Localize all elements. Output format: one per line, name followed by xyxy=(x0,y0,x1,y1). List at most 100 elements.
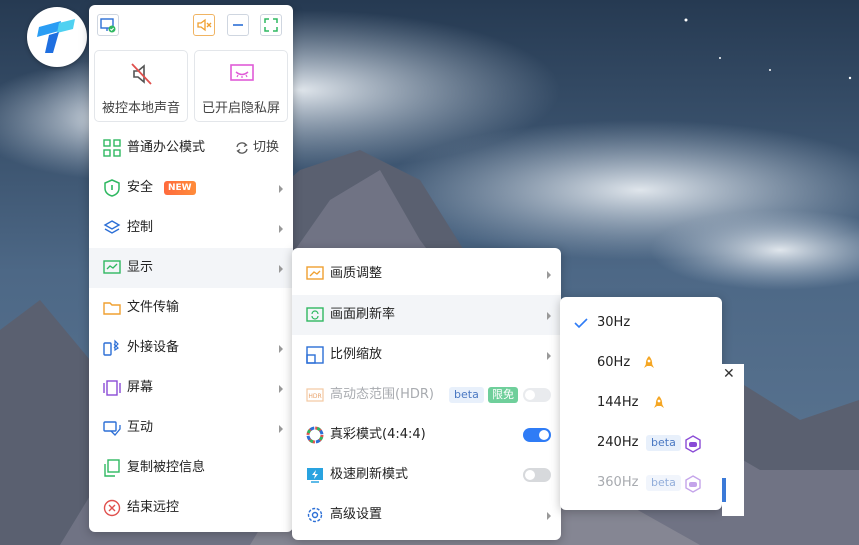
menu-item-end-remote[interactable]: 结束远控 xyxy=(89,488,293,528)
end-remote-label: 结束远控 xyxy=(127,500,180,515)
hdr-label: 高动态范围(HDR) xyxy=(330,387,434,402)
bluetooth-device-icon xyxy=(103,339,119,356)
display-item-hdr: HDR 高动态范围(HDR) beta 限免 xyxy=(292,375,561,415)
hz-label: 30Hz xyxy=(597,315,631,330)
screen-panels-icon xyxy=(103,380,121,396)
chat-bubble-icon xyxy=(103,421,121,436)
refresh-rate-submenu: 30Hz 60Hz 144Hz 240Hz beta 360Hz beta xyxy=(560,297,722,510)
chevron-right-icon xyxy=(279,185,283,193)
minimize-button[interactable] xyxy=(227,14,249,36)
refresh-option-60hz[interactable]: 60Hz xyxy=(560,343,722,383)
menu-item-display[interactable]: 显示 xyxy=(89,248,293,288)
layers-icon xyxy=(103,220,121,234)
speaker-mute-icon xyxy=(197,18,212,32)
switch-mode-label: 切换 xyxy=(252,140,279,155)
new-badge: NEW xyxy=(164,181,196,195)
color-wheel-icon xyxy=(306,426,324,444)
advanced-label: 高级设置 xyxy=(330,507,383,522)
refresh-rate-label: 画面刷新率 xyxy=(330,307,396,322)
scale-icon xyxy=(306,346,324,364)
close-icon[interactable]: ✕ xyxy=(723,366,735,382)
chevron-right-icon xyxy=(547,512,551,520)
hdr-icon: HDR xyxy=(306,388,324,402)
copy-info-label: 复制被控信息 xyxy=(127,460,206,475)
display-item-fast-refresh[interactable]: 极速刷新模式 xyxy=(292,455,561,495)
gear-icon xyxy=(307,507,323,523)
chevron-right-icon xyxy=(547,312,551,320)
speaker-off-icon xyxy=(131,63,152,85)
hdr-toggle[interactable] xyxy=(523,388,551,402)
monitor-status-button[interactable] xyxy=(97,14,119,36)
privacy-screen-tile[interactable]: 已开启隐私屏 xyxy=(194,50,288,122)
shield-icon xyxy=(104,179,120,197)
menu-item-external-devices[interactable]: 外接设备 xyxy=(89,328,293,368)
fast-refresh-toggle[interactable] xyxy=(523,468,551,482)
interaction-label: 互动 xyxy=(127,420,154,435)
file-transfer-label: 文件传输 xyxy=(127,300,180,315)
external-devices-label: 外接设备 xyxy=(127,340,180,355)
local-sound-tile[interactable]: 被控本地声音 xyxy=(94,50,188,122)
menu-item-office-mode[interactable]: 普通办公模式 切换 xyxy=(89,128,293,168)
app-logo[interactable] xyxy=(27,7,87,67)
local-sound-label: 被控本地声音 xyxy=(101,101,180,116)
display-label: 显示 xyxy=(127,260,154,275)
menu-item-interaction[interactable]: 互动 xyxy=(89,408,293,448)
security-label: 安全 xyxy=(127,180,154,195)
toggle-knob xyxy=(525,470,535,480)
refresh-option-144hz[interactable]: 144Hz xyxy=(560,383,722,423)
svg-text:HDR: HDR xyxy=(308,393,321,400)
chevron-right-icon xyxy=(547,352,551,360)
toggle-knob xyxy=(525,390,535,400)
privacy-screen-icon xyxy=(230,64,254,81)
menu-item-copy-info[interactable]: 复制被控信息 xyxy=(89,448,293,488)
menu-item-file-transfer[interactable]: 文件传输 xyxy=(89,288,293,328)
refresh-option-240hz[interactable]: 240Hz beta xyxy=(560,423,722,463)
screen-label: 屏幕 xyxy=(127,380,154,395)
rocket-icon xyxy=(654,396,664,408)
switch-mode-button[interactable]: 切换 xyxy=(236,128,279,168)
refresh-screen-icon xyxy=(306,307,324,322)
display-item-true-color[interactable]: 真彩模式(4:4:4) xyxy=(292,415,561,455)
beta-badge: beta xyxy=(646,435,681,451)
fullscreen-button[interactable] xyxy=(260,14,282,36)
fast-refresh-label: 极速刷新模式 xyxy=(330,467,409,482)
minimize-icon xyxy=(233,24,243,26)
remote-control-menu: 被控本地声音 已开启隐私屏 普通办公模式 切换 安全 NEW 控制 显示 文件传… xyxy=(89,5,293,532)
chevron-right-icon xyxy=(279,385,283,393)
checkmark-icon xyxy=(574,318,588,329)
hz-label: 360Hz xyxy=(597,475,639,490)
hz-label: 240Hz xyxy=(597,435,639,450)
menu-item-security[interactable]: 安全 NEW xyxy=(89,168,293,208)
monitor-check-icon xyxy=(100,18,116,33)
refresh-option-360hz: 360Hz beta xyxy=(560,463,722,503)
gamepad-icon xyxy=(685,475,701,493)
chevron-right-icon xyxy=(279,425,283,433)
free-limited-badge: 限免 xyxy=(488,387,518,403)
mute-button[interactable] xyxy=(193,14,215,36)
quality-chart-icon xyxy=(306,266,324,280)
gamepad-icon xyxy=(685,435,701,453)
control-label: 控制 xyxy=(127,220,154,235)
menu-item-control[interactable]: 控制 xyxy=(89,208,293,248)
chevron-right-icon xyxy=(279,345,283,353)
display-item-quality[interactable]: 画质调整 xyxy=(292,254,561,294)
chevron-right-icon xyxy=(279,225,283,233)
hz-label: 60Hz xyxy=(597,355,631,370)
grid-icon xyxy=(103,139,121,157)
quality-label: 画质调整 xyxy=(330,266,383,281)
rocket-icon xyxy=(644,356,654,368)
menu-item-screen[interactable]: 屏幕 xyxy=(89,368,293,408)
toggle-knob xyxy=(539,430,549,440)
hz-label: 144Hz xyxy=(597,395,639,410)
refresh-option-30hz[interactable]: 30Hz xyxy=(560,303,722,343)
display-item-advanced[interactable]: 高级设置 xyxy=(292,495,561,535)
quick-tiles: 被控本地声音 已开启隐私屏 xyxy=(94,50,288,122)
chevron-right-icon xyxy=(547,271,551,279)
office-mode-label: 普通办公模式 xyxy=(127,140,206,155)
true-color-toggle[interactable] xyxy=(523,428,551,442)
display-item-scaling[interactable]: 比例缩放 xyxy=(292,335,561,375)
todesk-logo-icon xyxy=(37,19,75,53)
beta-badge: beta xyxy=(449,387,484,403)
display-item-refresh-rate[interactable]: 画面刷新率 xyxy=(292,295,561,335)
close-circle-icon xyxy=(103,499,121,517)
